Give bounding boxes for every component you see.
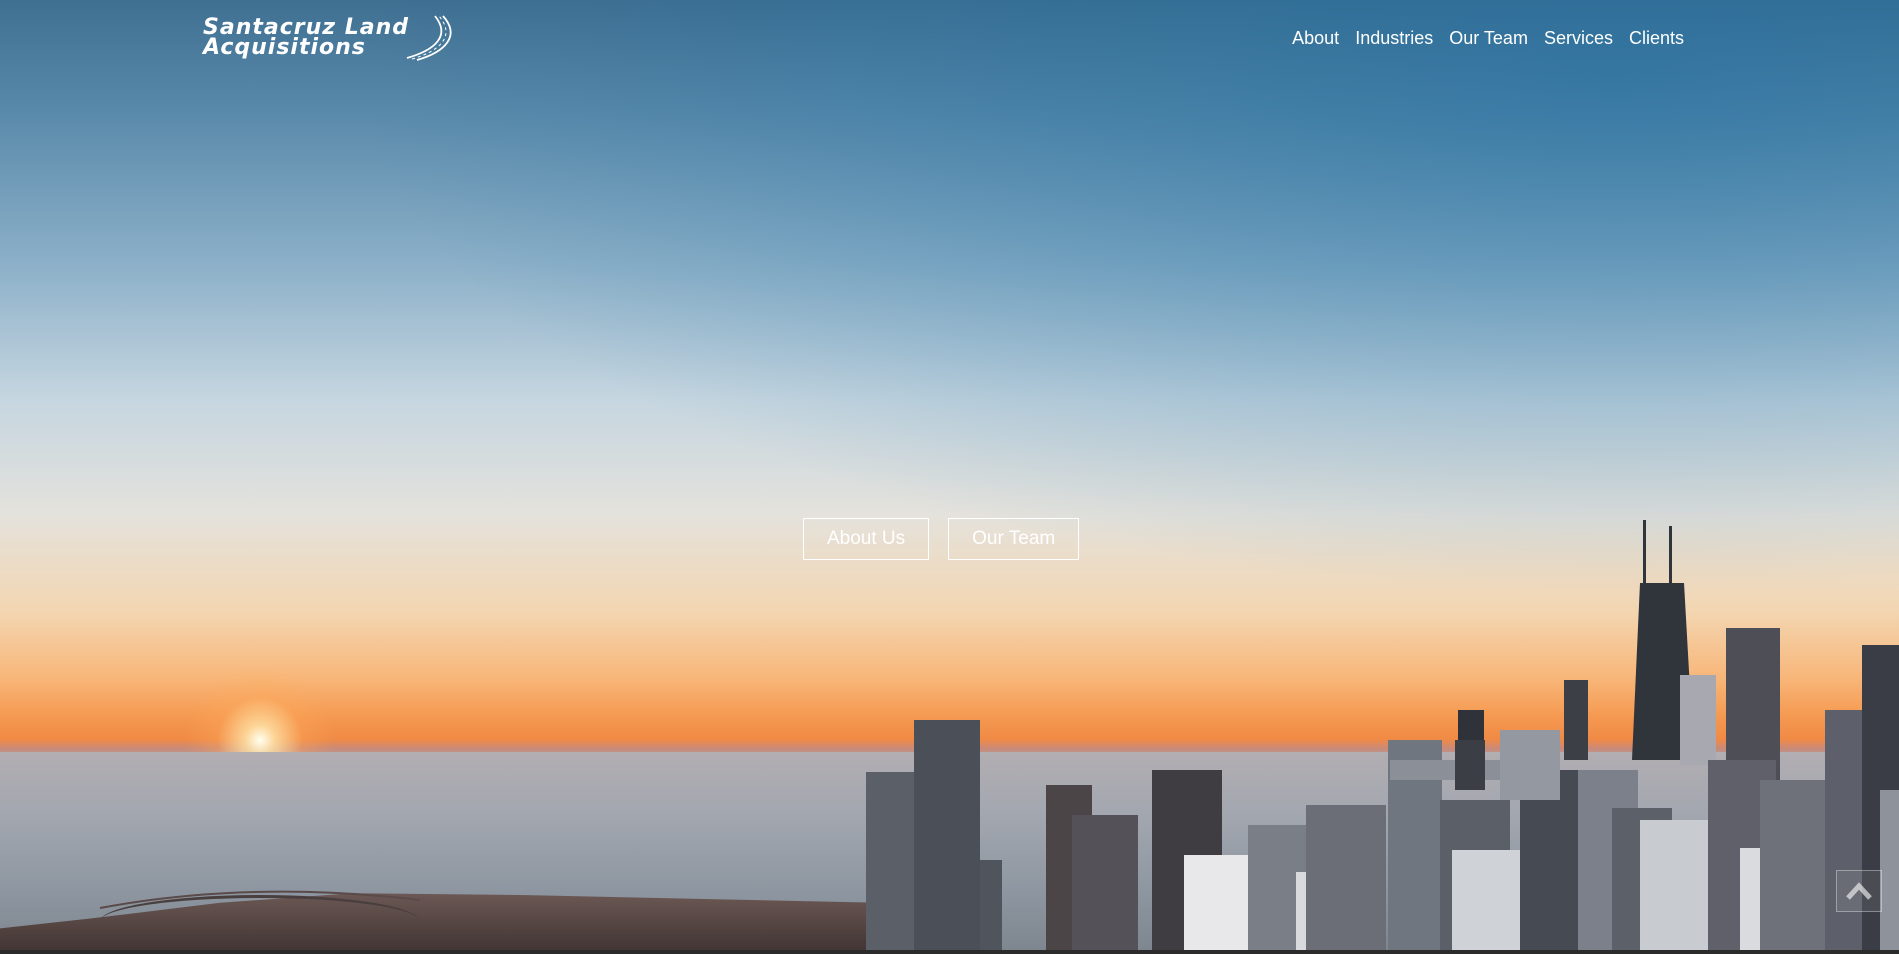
logo-text: Santacruz Land Acquisitions [203, 17, 409, 60]
hero-buttons: About Us Our Team [803, 518, 1080, 560]
nav-clients[interactable]: Clients [1621, 28, 1692, 49]
chevron-up-icon [1846, 882, 1872, 900]
nav-our-team[interactable]: Our Team [1441, 28, 1536, 49]
page-bottom-edge [0, 950, 1899, 954]
about-us-button[interactable]: About Us [803, 518, 930, 560]
nav-about[interactable]: About [1284, 28, 1347, 49]
our-team-button[interactable]: Our Team [948, 518, 1080, 560]
main-nav: About Industries Our Team Services Clien… [1284, 28, 1692, 49]
nav-services[interactable]: Services [1536, 28, 1621, 49]
back-to-top-button[interactable] [1836, 870, 1882, 912]
logo-line-2: Acquisitions [203, 35, 366, 60]
city-skyline-image [99, 520, 1899, 954]
nav-industries[interactable]: Industries [1347, 28, 1441, 49]
road-swoosh-icon [406, 15, 452, 61]
site-logo[interactable]: Santacruz Land Acquisitions [203, 14, 465, 62]
hero-section: Santacruz Land Acquisitions About Indust… [0, 0, 1899, 954]
